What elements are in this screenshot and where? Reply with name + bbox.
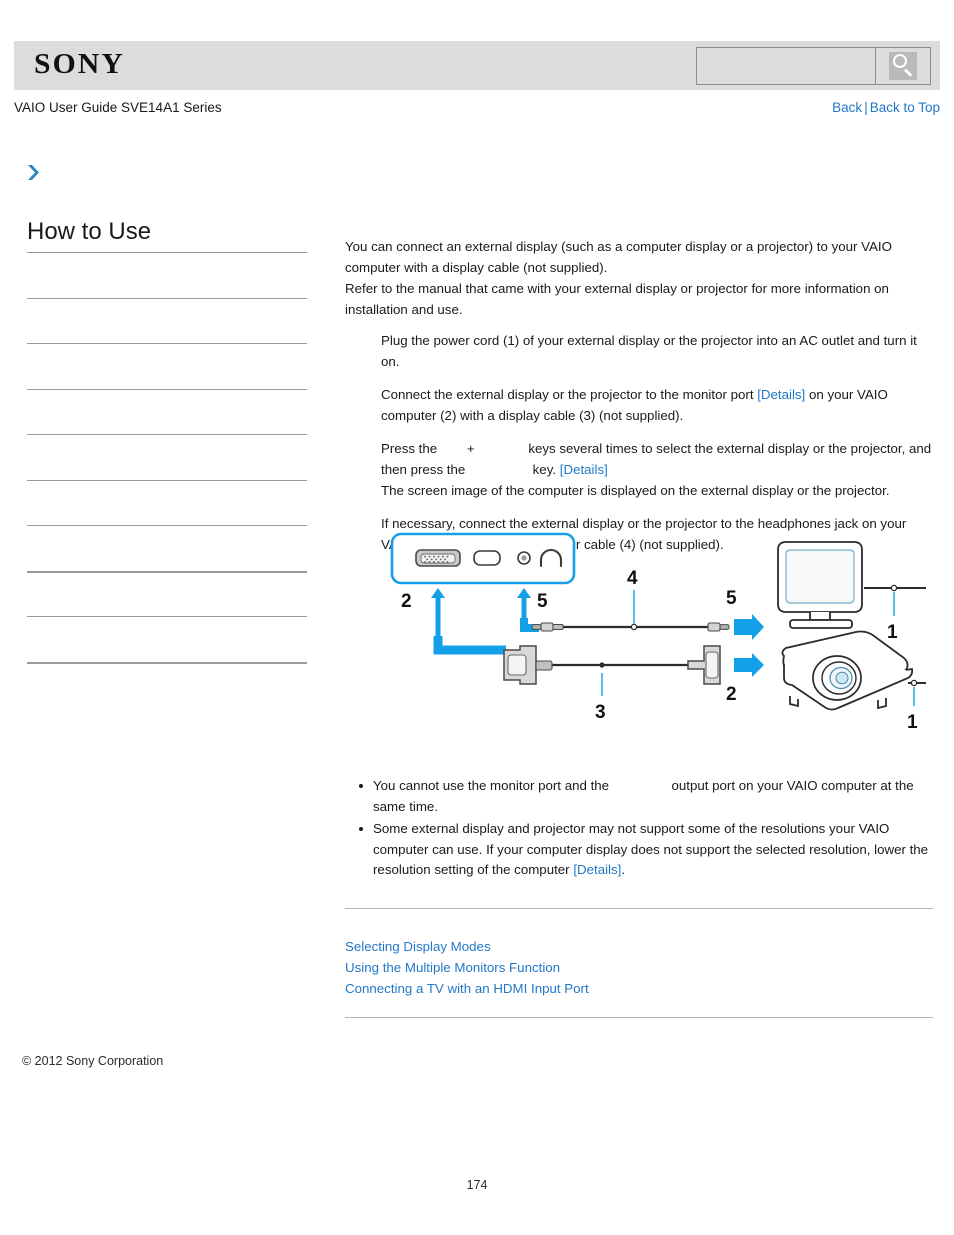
note-2-text-a: Some external display and projector may … <box>373 821 929 877</box>
related-link-1[interactable]: Selecting Display Modes <box>345 936 933 957</box>
guide-title: VAIO User Guide SVE14A1 Series <box>14 100 222 115</box>
external-display-connection-diagram: 2 5 4 3 5 2 1 1 <box>386 528 926 738</box>
main-content: You can connect an external display (suc… <box>345 236 933 555</box>
monitor-power-cord: 1 <box>864 584 926 643</box>
page-number: 174 <box>466 1178 488 1192</box>
step-item-1: Plug the power cord (1) of your external… <box>381 330 933 372</box>
callout-label-5b: 5 <box>726 588 737 609</box>
notes-section: You cannot use the monitor port and the … <box>345 776 933 883</box>
sidebar-item-1[interactable] <box>27 252 307 298</box>
headphone-jack-icon <box>517 551 531 565</box>
related-topics: Selecting Display Modes Using the Multip… <box>345 936 933 999</box>
audio-plug-left <box>531 622 564 632</box>
callout-label-3: 3 <box>595 702 606 723</box>
chevron-right-icon <box>28 165 39 180</box>
connection-diagram-svg: 2 5 4 3 5 2 1 1 <box>390 532 926 733</box>
intro-paragraph-1: You can connect an external display (suc… <box>345 239 892 275</box>
step-3-text-c: key. <box>528 462 560 477</box>
sidebar-title: How to Use <box>27 218 152 245</box>
magnifier-icon <box>889 52 917 80</box>
notes-list: You cannot use the monitor port and the … <box>345 776 933 881</box>
sidebar-item-3[interactable] <box>27 343 307 389</box>
note-2-text-b: . <box>621 862 626 877</box>
step-2-text-a: Connect the external display or the proj… <box>381 387 758 402</box>
vga-port-icon <box>415 549 461 567</box>
related-link-3[interactable]: Connecting a TV with an HDMI Input Port <box>345 978 933 999</box>
projector-icon <box>781 630 914 711</box>
back-link[interactable]: Back <box>832 100 862 115</box>
callout-line-2 <box>433 636 506 655</box>
step-3-text-a: Press the <box>381 441 441 456</box>
audio-plug-right <box>707 622 730 632</box>
note-2-details-link[interactable]: [Details] <box>573 862 621 877</box>
back-to-top-link[interactable]: Back to Top <box>870 100 940 115</box>
vaio-port-panel <box>390 532 576 585</box>
sidebar-item-2[interactable] <box>27 297 307 344</box>
search-area <box>696 47 931 85</box>
note-item-1: You cannot use the monitor port and the … <box>359 776 933 817</box>
callout-label-5: 5 <box>537 591 548 612</box>
steps-list: Plug the power cord (1) of your external… <box>345 330 933 555</box>
step-1-text: Plug the power cord (1) of your external… <box>381 333 917 369</box>
site-header: SONY <box>14 41 940 90</box>
related-divider-top <box>345 908 933 909</box>
callout-label-1b: 1 <box>907 712 918 733</box>
nav-separator: | <box>864 100 868 115</box>
sidebar-item-8[interactable] <box>27 570 307 617</box>
sidebar-item-6[interactable] <box>27 479 307 526</box>
sidebar-item-9[interactable] <box>27 616 307 662</box>
crt-monitor-icon <box>777 541 863 629</box>
sidebar: How to Use <box>27 218 307 670</box>
callout-arrow-5 <box>517 588 531 618</box>
sidebar-item-5[interactable] <box>27 434 307 480</box>
intro-paragraph-2: Refer to the manual that came with your … <box>345 281 889 317</box>
sony-logo: SONY <box>34 49 125 80</box>
step-item-3: Press the + keys several times to select… <box>381 438 933 501</box>
search-button[interactable] <box>876 47 931 85</box>
callout-arrow-2 <box>431 588 445 636</box>
sidebar-bottom-rule <box>27 661 307 670</box>
projector-power-cord: 1 <box>907 679 926 733</box>
note-1-text-a: You cannot use the monitor port and the <box>373 778 613 793</box>
sidebar-item-4[interactable] <box>27 388 307 435</box>
step-item-2: Connect the external display or the proj… <box>381 384 933 426</box>
subheader: VAIO User Guide SVE14A1 Series Back | Back… <box>14 100 940 122</box>
sidebar-item-7[interactable] <box>27 525 307 571</box>
note-item-2: Some external display and projector may … <box>359 819 933 881</box>
vga-connector-right <box>687 645 721 685</box>
step-2-details-link[interactable]: [Details] <box>757 387 805 402</box>
copyright-text: © 2012 Sony Corporation <box>22 1054 164 1068</box>
display-cable: 3 <box>503 645 721 723</box>
step-3-text-b: keys several times to select the externa… <box>381 441 932 477</box>
hdmi-port-icon <box>473 550 501 566</box>
step-3-details-link[interactable]: [Details] <box>560 462 608 477</box>
callout-label-1a: 1 <box>887 622 898 643</box>
search-input[interactable] <box>696 47 876 85</box>
breadcrumb[interactable] <box>22 161 46 185</box>
callout-label-4: 4 <box>627 568 638 589</box>
intro-paragraphs: You can connect an external display (suc… <box>345 236 933 320</box>
callout-label-2b: 2 <box>726 684 737 705</box>
step-3-text-d: The screen image of the computer is disp… <box>381 483 890 498</box>
related-link-2[interactable]: Using the Multiple Monitors Function <box>345 957 933 978</box>
device-arrow-5 <box>734 614 764 640</box>
vga-connector-left <box>503 645 553 685</box>
step-3-plus: + <box>466 441 475 456</box>
header-nav-links: Back | Back to Top <box>832 100 940 115</box>
related-divider-bottom <box>345 1017 933 1018</box>
device-arrow-2 <box>734 653 764 677</box>
callout-label-2: 2 <box>401 591 412 612</box>
